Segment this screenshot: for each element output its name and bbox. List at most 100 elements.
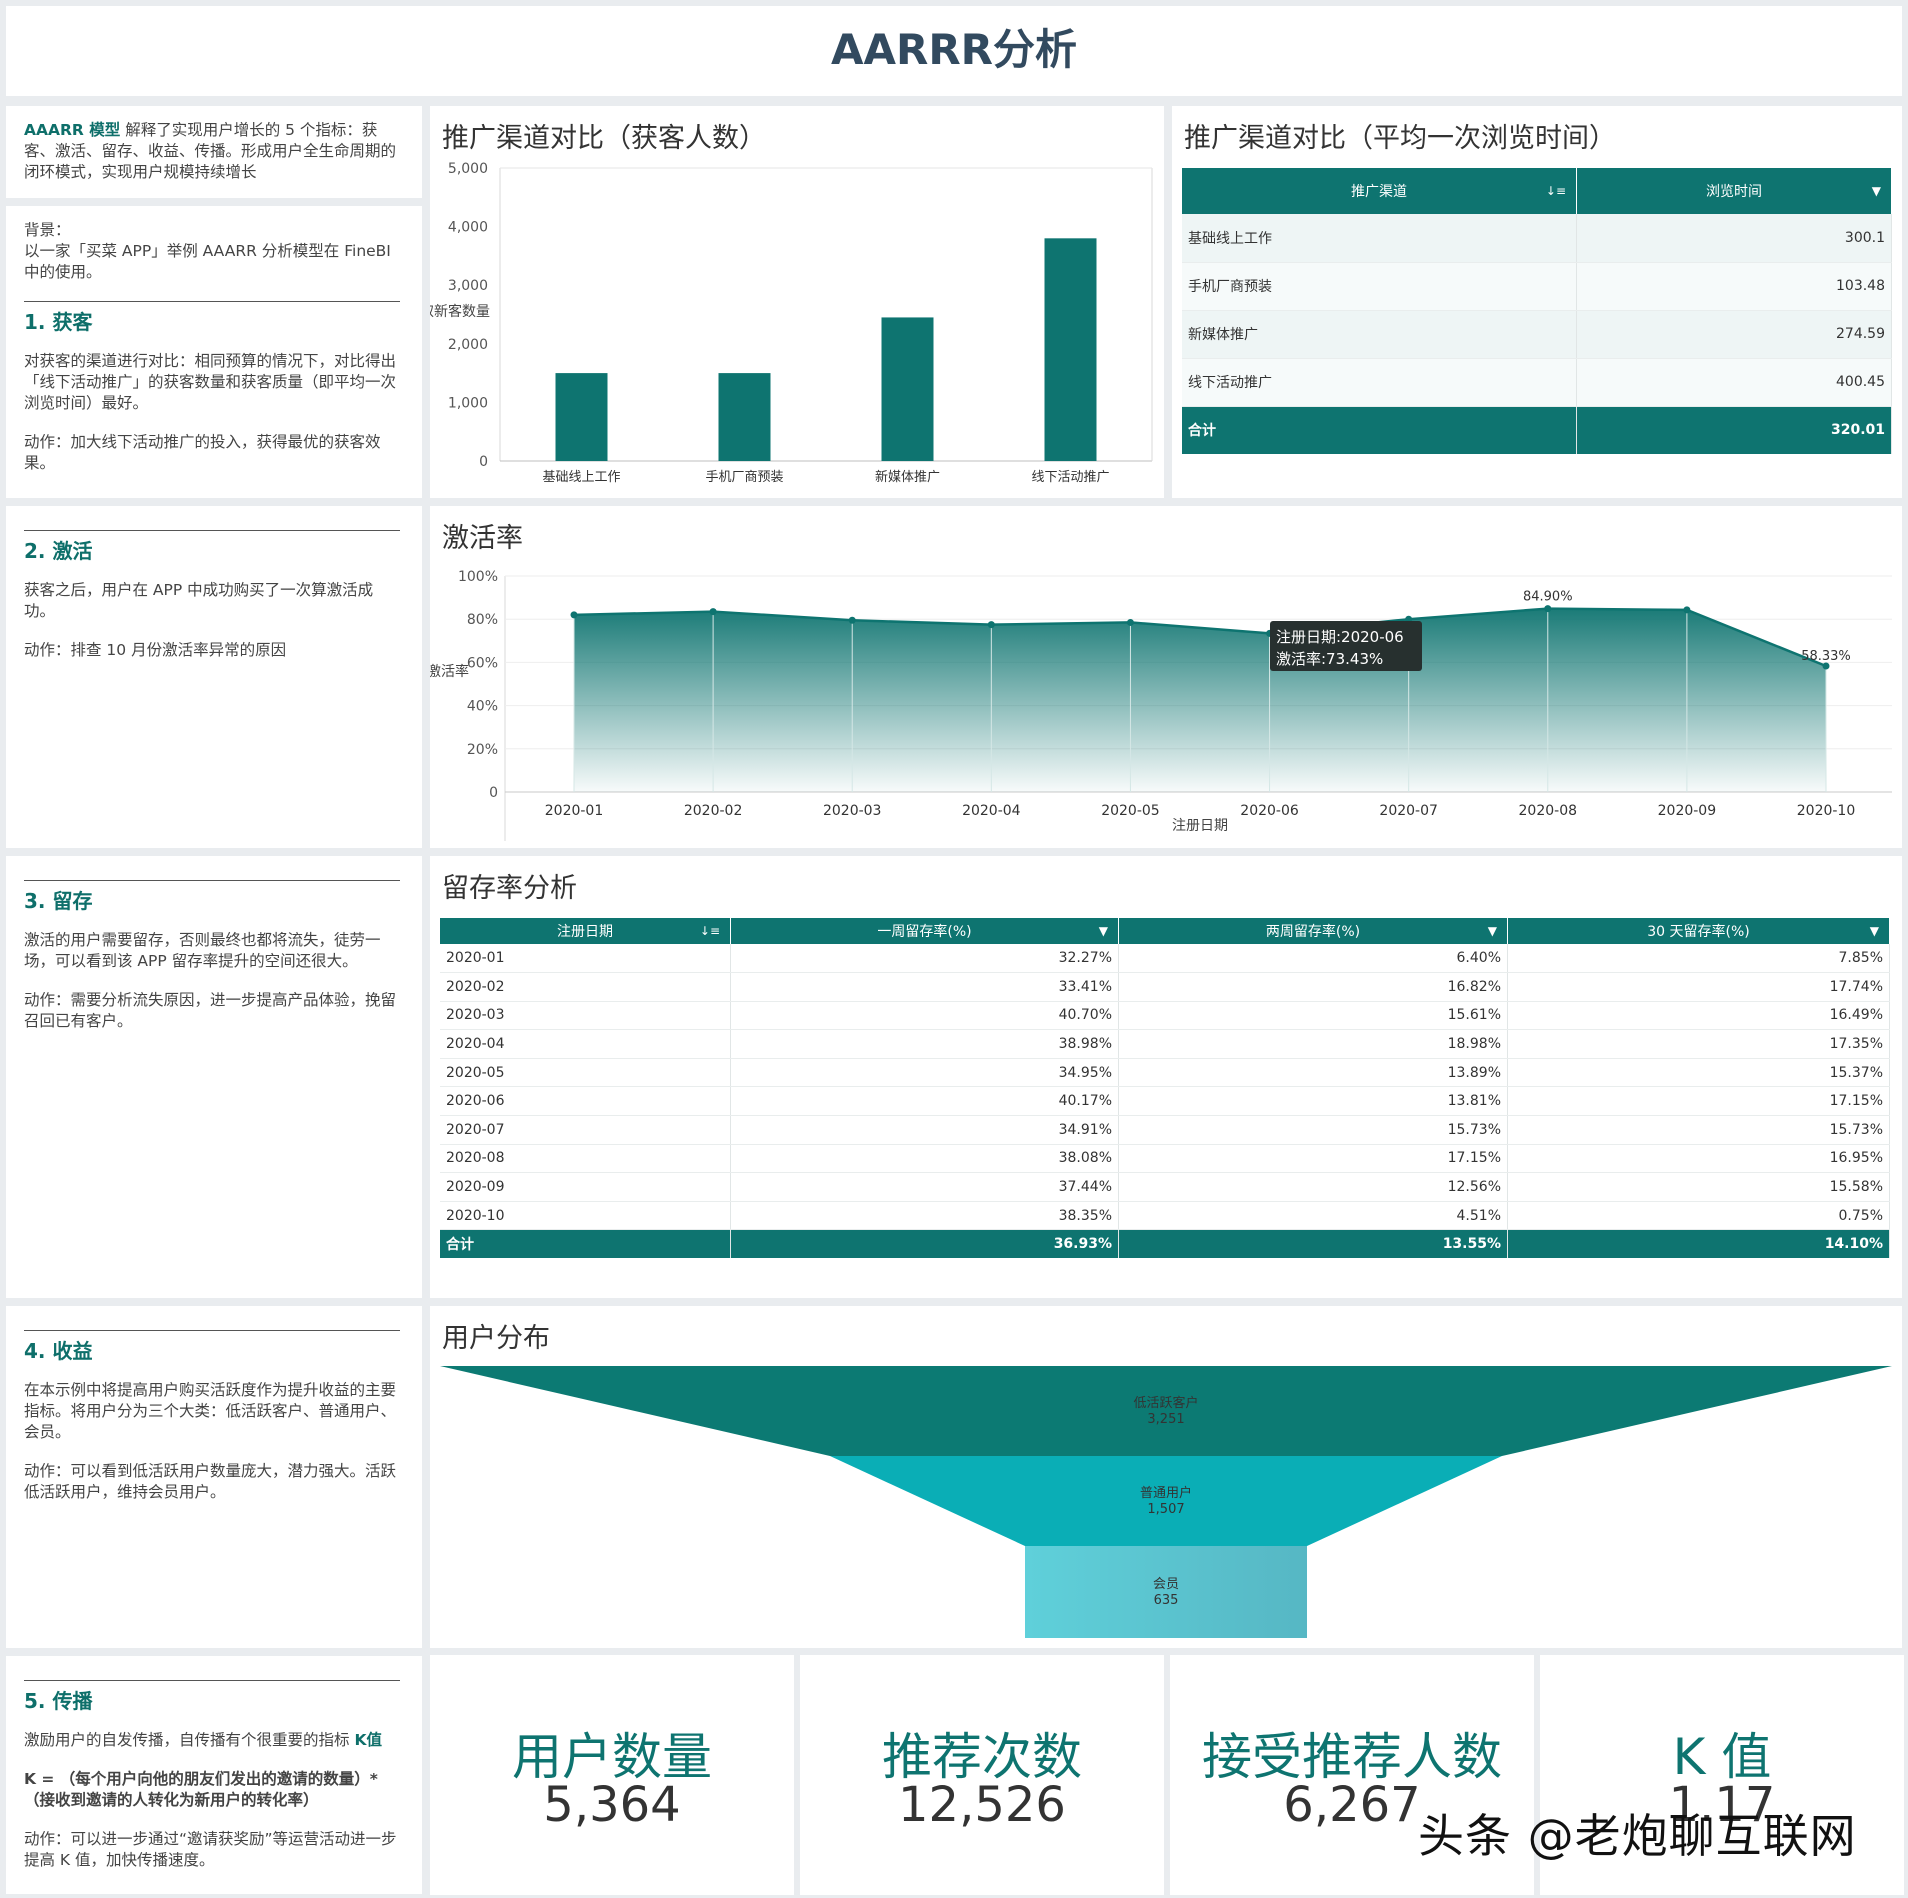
table-cell: 38.35% bbox=[730, 1201, 1119, 1231]
bar-1[interactable] bbox=[555, 373, 608, 461]
y-tick-label: 2,000 bbox=[448, 337, 488, 353]
table-row[interactable]: 2020-09 37.44% 12.56% 15.58% bbox=[440, 1172, 1890, 1202]
x-tick-label: 线下活动推广 bbox=[1031, 470, 1109, 485]
y-tick-label: 20% bbox=[467, 742, 498, 758]
table-cell: 基础线上工作 bbox=[1182, 214, 1577, 263]
divider bbox=[24, 1680, 400, 1681]
table-cell: 17.15% bbox=[1118, 1144, 1508, 1174]
dropdown-icon[interactable]: ▼ bbox=[1870, 924, 1879, 938]
referral-formula-bold: K = （每个用户向他的朋友们发出的邀请的数量）*（接收到邀请的人转化为新用户的… bbox=[24, 1770, 378, 1809]
bar-3[interactable] bbox=[881, 317, 934, 461]
table-header-channel[interactable]: 推广渠道 ↓≡ bbox=[1182, 168, 1577, 214]
table-row[interactable]: 2020-08 38.08% 17.15% 16.95% bbox=[440, 1144, 1890, 1174]
acquisition-action: 动作：加大线下活动推广的投入，获得最优的获客效果。 bbox=[24, 433, 381, 472]
tooltip-date: 注册日期:2020-06 bbox=[1276, 628, 1404, 646]
retention-action: 动作：需要分析流失原因，进一步提高产品体验，挽留召回已有客户。 bbox=[24, 991, 397, 1030]
data-point-2020-05[interactable] bbox=[1126, 618, 1134, 626]
data-point-2020-08[interactable] bbox=[1544, 605, 1552, 613]
table-cell: 2020-02 bbox=[440, 972, 731, 1002]
y-tick-label: 80% bbox=[467, 612, 498, 628]
funnel-value: 635 bbox=[1154, 1593, 1179, 1608]
table-row[interactable]: 2020-10 38.35% 4.51% 0.75% bbox=[440, 1201, 1890, 1231]
divider bbox=[24, 530, 400, 531]
section-heading-referral: 5. 传播 bbox=[24, 1689, 93, 1713]
table-cell: 手机厂商预装 bbox=[1182, 262, 1577, 311]
table-cell: 34.95% bbox=[730, 1058, 1119, 1088]
dropdown-icon[interactable]: ▼ bbox=[1872, 184, 1881, 198]
table-cell: 2020-01 bbox=[440, 944, 731, 974]
x-tick-label: 2020-04 bbox=[962, 803, 1021, 819]
funnel-value: 3,251 bbox=[1147, 1412, 1184, 1427]
title-panel: AARRR分析 bbox=[6, 6, 1902, 96]
table-total-cell: 合计 bbox=[1182, 406, 1577, 454]
y-tick-label: 5,000 bbox=[448, 161, 488, 177]
table-cell: 7.85% bbox=[1507, 944, 1890, 974]
table-cell: 13.89% bbox=[1118, 1058, 1508, 1088]
table-cell: 400.45 bbox=[1576, 358, 1892, 407]
table-row[interactable]: 2020-03 40.70% 15.61% 16.49% bbox=[440, 1001, 1890, 1031]
table-header-two-week[interactable]: 两周留存率(%) ▼ bbox=[1118, 918, 1508, 944]
y-tick-label: 40% bbox=[467, 699, 498, 715]
funnel-chart: 低活跃客户 3,251 普通用户 1,507 会员 635 bbox=[440, 1366, 1892, 1638]
data-point-2020-01[interactable] bbox=[570, 611, 578, 619]
browse-time-panel: 推广渠道对比（平均一次浏览时间） 推广渠道 ↓≡ 浏览时间 ▼ 基础线上工作 300.… bbox=[1172, 106, 1902, 498]
referral-formula: K = （每个用户向他的朋友们发出的邀请的数量）*（接收到邀请的人转化为新用户的… bbox=[24, 1769, 404, 1811]
table-header-browse-time[interactable]: 浏览时间 ▼ bbox=[1576, 168, 1892, 214]
activation-action: 动作：排查 10 月份激活率异常的原因 bbox=[24, 641, 287, 659]
table-cell: 15.73% bbox=[1507, 1115, 1890, 1145]
sort-icon[interactable]: ↓≡ bbox=[1546, 184, 1566, 198]
x-tick-label: 2020-07 bbox=[1379, 803, 1438, 819]
table-row[interactable]: 2020-06 40.17% 13.81% 17.15% bbox=[440, 1086, 1890, 1117]
x-tick-label: 基础线上工作 bbox=[542, 470, 620, 485]
table-cell: 2020-09 bbox=[440, 1172, 731, 1202]
table-row[interactable]: 2020-01 32.27% 6.40% 7.85% bbox=[440, 944, 1890, 974]
table-row[interactable]: 线下活动推广 400.45 bbox=[1182, 358, 1892, 407]
revenue-note-panel: 4. 收益 在本示例中将提高用户购买活跃度作为提升收益的主要指标。将用户分为三个… bbox=[6, 1306, 422, 1648]
funnel-panel: 用户分布 低活跃客户 3,251 普通用户 1,507 会员 635 bbox=[430, 1306, 1902, 1648]
table-total-cell: 320.01 bbox=[1576, 406, 1892, 454]
table-header-week[interactable]: 一周留存率(%) ▼ bbox=[730, 918, 1119, 944]
kpi-card-referrals: 推荐次数 12,526 bbox=[800, 1655, 1164, 1895]
table-row[interactable]: 2020-02 33.41% 16.82% 17.74% bbox=[440, 972, 1890, 1002]
table-cell: 17.15% bbox=[1507, 1086, 1890, 1117]
table-row[interactable]: 2020-07 34.91% 15.73% 15.73% bbox=[440, 1115, 1890, 1145]
revenue-action: 动作：可以看到低活跃用户数量庞大，潜力强大。活跃低活跃用户，维持会员用户。 bbox=[24, 1462, 397, 1501]
table-cell: 15.61% bbox=[1118, 1001, 1508, 1031]
dropdown-icon[interactable]: ▼ bbox=[1488, 924, 1497, 938]
table-cell: 33.41% bbox=[730, 972, 1119, 1002]
intro-panel: AAARR 模型 解释了实现用户增长的 5 个指标：获客、激活、留存、收益、传播… bbox=[6, 106, 422, 198]
data-point-2020-04[interactable] bbox=[987, 621, 995, 629]
table-row[interactable]: 新媒体推广 274.59 bbox=[1182, 310, 1892, 359]
table-cell: 38.98% bbox=[730, 1029, 1119, 1059]
x-tick-label: 2020-05 bbox=[1101, 803, 1160, 819]
table-row[interactable]: 基础线上工作 300.1 bbox=[1182, 214, 1892, 263]
table-header-30-day[interactable]: 30 天留存率(%) ▼ bbox=[1507, 918, 1890, 944]
table-cell: 34.91% bbox=[730, 1115, 1119, 1145]
dropdown-icon[interactable]: ▼ bbox=[1099, 924, 1108, 938]
bar-4[interactable] bbox=[1044, 238, 1097, 461]
table-cell: 2020-05 bbox=[440, 1058, 731, 1088]
table-row[interactable]: 2020-05 34.95% 13.89% 15.37% bbox=[440, 1058, 1890, 1088]
acquisition-bar-chart: 获取新客数量 0 1,000 2,000 3,000 4,000 5,000 基础线上工作… bbox=[430, 161, 1153, 485]
table-cell: 2020-03 bbox=[440, 1001, 731, 1031]
divider bbox=[24, 1330, 400, 1331]
x-tick-label: 新媒体推广 bbox=[875, 469, 940, 485]
y-tick-label: 0 bbox=[489, 785, 498, 801]
funnel-stage-member bbox=[1025, 1546, 1307, 1638]
data-point-2020-02[interactable] bbox=[709, 608, 717, 616]
data-point-2020-03[interactable] bbox=[848, 616, 856, 624]
sort-icon[interactable]: ↓≡ bbox=[700, 924, 720, 938]
data-point-2020-09[interactable] bbox=[1683, 606, 1691, 614]
table-header-date[interactable]: 注册日期 ↓≡ bbox=[440, 918, 731, 944]
x-tick-label: 2020-09 bbox=[1658, 803, 1717, 819]
table-row[interactable]: 2020-04 38.98% 18.98% 17.35% bbox=[440, 1029, 1890, 1059]
funnel-label: 会员 bbox=[1153, 1577, 1179, 1592]
x-tick-label: 2020-02 bbox=[684, 803, 743, 819]
table-total-cell: 14.10% bbox=[1507, 1229, 1890, 1258]
funnel-stage-regular bbox=[830, 1456, 1502, 1546]
bar-2[interactable] bbox=[718, 373, 771, 461]
table-row[interactable]: 手机厂商预装 103.48 bbox=[1182, 262, 1892, 311]
kpi-value: 12,526 bbox=[898, 1777, 1066, 1833]
table-cell: 16.49% bbox=[1507, 1001, 1890, 1031]
browse-time-table: 推广渠道 ↓≡ 浏览时间 ▼ 基础线上工作 300.1 手机厂商预装 103.48 新媒体推… bbox=[1182, 168, 1892, 454]
